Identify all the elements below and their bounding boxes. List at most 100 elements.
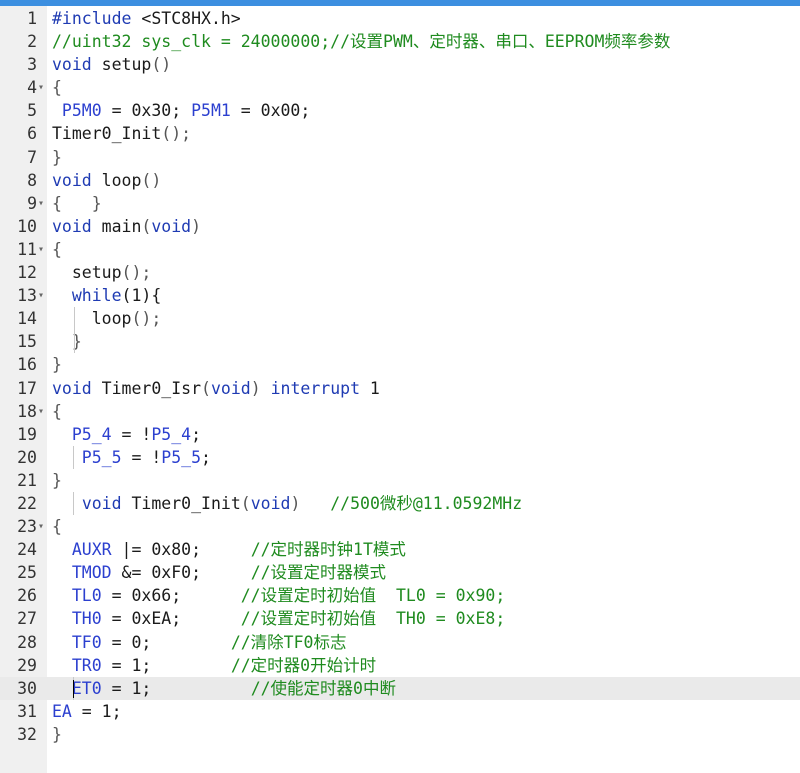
code-token: = ! bbox=[111, 424, 152, 444]
code-line[interactable]: 26 TL0 = 0x66; //设置定时初始值 TL0 = 0x90; bbox=[0, 584, 800, 607]
line-number: 6 bbox=[27, 124, 37, 144]
code-token: ( bbox=[201, 378, 211, 398]
line-number: 26 bbox=[17, 586, 37, 606]
fold-toggle-icon[interactable]: ▾ bbox=[38, 238, 44, 261]
code-token: P5_4 bbox=[151, 424, 192, 444]
code-line[interactable]: 22 void Timer0_Init(void) //500微秒@11.059… bbox=[0, 491, 800, 516]
fold-toggle-icon[interactable]: ▾ bbox=[38, 515, 44, 538]
code-line[interactable]: 10 void main(void) bbox=[0, 215, 800, 238]
line-number: 8 bbox=[27, 170, 37, 190]
line-code: { bbox=[52, 238, 62, 261]
code-token: void bbox=[52, 378, 92, 398]
code-token: () bbox=[141, 170, 162, 190]
line-code: P5M0 = 0x30; P5M1 = 0x00; bbox=[52, 99, 310, 122]
line-code: #include <STC8HX.h> bbox=[52, 7, 241, 30]
indent-guide bbox=[74, 307, 75, 331]
code-token: //定时器0开始计时 bbox=[230, 655, 377, 675]
code-line[interactable]: 21} bbox=[0, 469, 800, 492]
code-token: TMOD bbox=[52, 563, 112, 583]
code-editor[interactable]: 1 #include <STC8HX.h> 2 //uint32 sys_clk = … bbox=[0, 6, 800, 773]
code-line[interactable]: 19 P5_4 = !P5_4; bbox=[0, 423, 800, 446]
line-code: } bbox=[52, 146, 62, 169]
code-token: = ! bbox=[121, 447, 162, 467]
code-line[interactable]: 29 TR0 = 1; //定时器0开始计时 bbox=[0, 654, 800, 677]
code-line[interactable]: 25 TMOD &= 0xF0; //设置定时器模式 bbox=[0, 561, 800, 584]
code-token: { bbox=[52, 239, 62, 259]
fold-toggle-icon[interactable]: ▾ bbox=[38, 192, 44, 215]
code-line[interactable]: 24 AUXR |= 0x80; //定时器时钟1T模式 bbox=[0, 538, 800, 561]
text-cursor bbox=[73, 679, 74, 698]
line-number: 4 bbox=[27, 78, 37, 98]
line-number: 24 bbox=[17, 540, 37, 560]
line-number: 16 bbox=[17, 355, 37, 375]
code-line[interactable]: 1 #include <STC8HX.h> bbox=[0, 7, 800, 30]
code-token: ; bbox=[191, 424, 202, 444]
code-line[interactable]: 5 P5M0 = 0x30; P5M1 = 0x00; bbox=[0, 99, 800, 122]
code-line[interactable]: 2 //uint32 sys_clk = 24000000;//设置PWM、定时器… bbox=[0, 30, 800, 53]
code-line[interactable]: 30 ET0 = 1; //使能定时器0中断 bbox=[0, 676, 800, 700]
code-token: TF0 bbox=[52, 632, 102, 652]
code-line[interactable]: 32} bbox=[0, 723, 800, 746]
code-token: loop bbox=[91, 170, 142, 190]
line-code: TMOD &= 0xF0; //设置定时器模式 bbox=[52, 561, 386, 584]
code-token: = 1; bbox=[71, 701, 122, 721]
code-token: TR0 bbox=[52, 655, 102, 675]
line-code: { } bbox=[52, 192, 102, 215]
line-code: setup(); bbox=[52, 261, 152, 284]
line-code: void Timer0_Init(void) //500微秒@11.0592MH… bbox=[52, 492, 522, 515]
code-token: = 0x66; bbox=[101, 586, 241, 606]
code-token: } bbox=[52, 470, 62, 490]
code-token: = 0x30; bbox=[101, 101, 192, 121]
code-token: 1 bbox=[360, 378, 380, 398]
code-token: while bbox=[71, 286, 122, 306]
line-code: TR0 = 1; //定时器0开始计时 bbox=[52, 654, 376, 677]
fold-toggle-icon[interactable]: ▾ bbox=[38, 76, 44, 99]
line-code: //uint32 sys_clk = 24000000;//设置PWM、定时器、… bbox=[52, 30, 670, 53]
fold-toggle-icon[interactable]: ▾ bbox=[38, 400, 44, 423]
code-line[interactable]: 16} bbox=[0, 353, 800, 376]
code-line[interactable]: 28 TF0 = 0; //清除TF0标志 bbox=[0, 631, 800, 654]
code-token: //设置定时器模式 bbox=[250, 563, 387, 583]
code-line[interactable]: 17 void Timer0_Isr(void) interrupt 1 bbox=[0, 377, 800, 400]
code-token: void bbox=[52, 55, 92, 75]
code-line[interactable]: 9 ▾ { } bbox=[0, 192, 800, 215]
code-token: ) bbox=[290, 493, 301, 513]
line-code: { bbox=[52, 400, 62, 423]
code-line[interactable]: 20 P5_5 = !P5_5; bbox=[0, 445, 800, 469]
line-code: void setup() bbox=[52, 53, 171, 76]
code-token: <STC8HX.h> bbox=[141, 9, 241, 28]
indent-guide bbox=[74, 330, 75, 354]
code-token: P5_5 bbox=[161, 447, 202, 467]
code-line[interactable]: 13 ▾ while(1){ bbox=[0, 284, 800, 307]
code-token: = 1; bbox=[101, 678, 251, 698]
code-token: //使能定时器0中断 bbox=[250, 678, 396, 698]
code-line[interactable]: 3 void setup() bbox=[0, 53, 800, 76]
line-number: 17 bbox=[17, 378, 37, 398]
code-token: ; bbox=[201, 447, 211, 467]
code-token: TL0 bbox=[52, 586, 102, 606]
code-token: = 1; bbox=[101, 655, 231, 675]
code-token: setup bbox=[91, 55, 152, 75]
code-line[interactable]: 11 ▾ { bbox=[0, 238, 800, 261]
code-line[interactable]: 27 TH0 = 0xEA; //设置定时初始值 TH0 = 0xE8; bbox=[0, 607, 800, 630]
line-code: AUXR |= 0x80; //定时器时钟1T模式 bbox=[52, 538, 406, 561]
code-line[interactable]: 12 setup(); bbox=[0, 261, 800, 284]
line-number: 32 bbox=[17, 724, 37, 744]
line-number: 13 bbox=[17, 286, 37, 306]
code-line[interactable]: 4 ▾ { bbox=[0, 76, 800, 99]
code-line[interactable]: 23 ▾ { bbox=[0, 515, 800, 538]
fold-toggle-icon[interactable]: ▾ bbox=[38, 284, 44, 307]
code-line[interactable]: 15 } bbox=[0, 330, 800, 354]
code-lines[interactable]: 1 #include <STC8HX.h> 2 //uint32 sys_clk = … bbox=[0, 7, 800, 746]
code-line[interactable]: 7} bbox=[0, 146, 800, 169]
code-token: (); bbox=[121, 263, 152, 283]
code-line[interactable]: 14 loop(); bbox=[0, 307, 800, 331]
code-line[interactable]: 18 ▾ { bbox=[0, 400, 800, 423]
code-token: &= 0xF0; bbox=[111, 563, 251, 583]
code-line[interactable]: 31 EA = 1; bbox=[0, 700, 800, 723]
code-line[interactable]: 8 void loop() bbox=[0, 169, 800, 192]
line-number: 27 bbox=[17, 609, 37, 629]
code-line[interactable]: 6 Timer0_Init(); bbox=[0, 122, 800, 145]
code-token: Timer0_Init bbox=[121, 493, 241, 513]
